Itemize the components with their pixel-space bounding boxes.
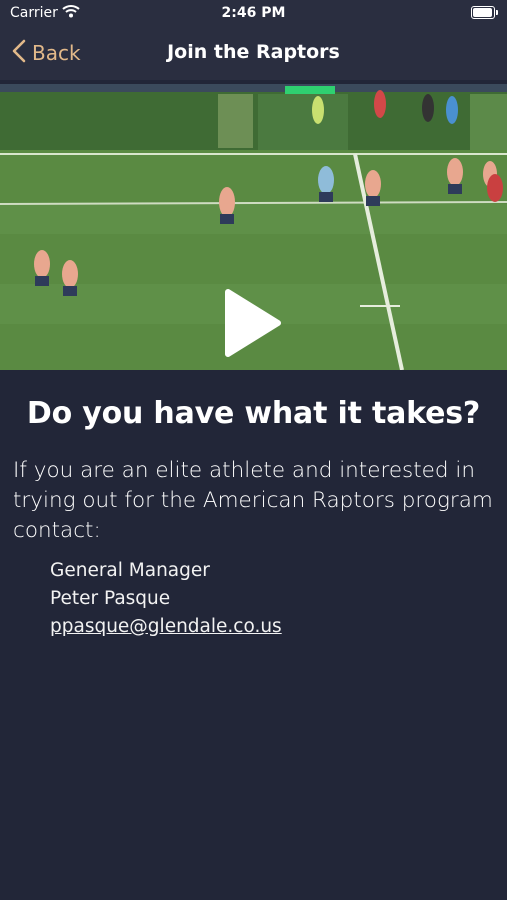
headline: Do you have what it takes? bbox=[26, 396, 481, 431]
status-bar: Carrier 2:46 PM bbox=[0, 0, 507, 28]
navigation-bar: Back Join the Raptors bbox=[0, 28, 507, 80]
contact-name: Peter Pasque bbox=[50, 588, 171, 609]
contact-email-link[interactable]: ppasque@glendale.co.us bbox=[50, 613, 282, 641]
battery-icon bbox=[471, 6, 498, 19]
play-icon bbox=[225, 289, 281, 357]
video-player[interactable] bbox=[0, 84, 507, 370]
play-button[interactable] bbox=[222, 288, 282, 362]
contact-role: General Manager bbox=[50, 560, 210, 581]
page-title: Join the Raptors bbox=[167, 41, 340, 63]
intro-text: If you are an elite athlete and interest… bbox=[13, 458, 493, 543]
status-time: 2:46 PM bbox=[221, 5, 286, 21]
contact-block: General Manager Peter Pasque ppasque@gle… bbox=[50, 557, 282, 641]
